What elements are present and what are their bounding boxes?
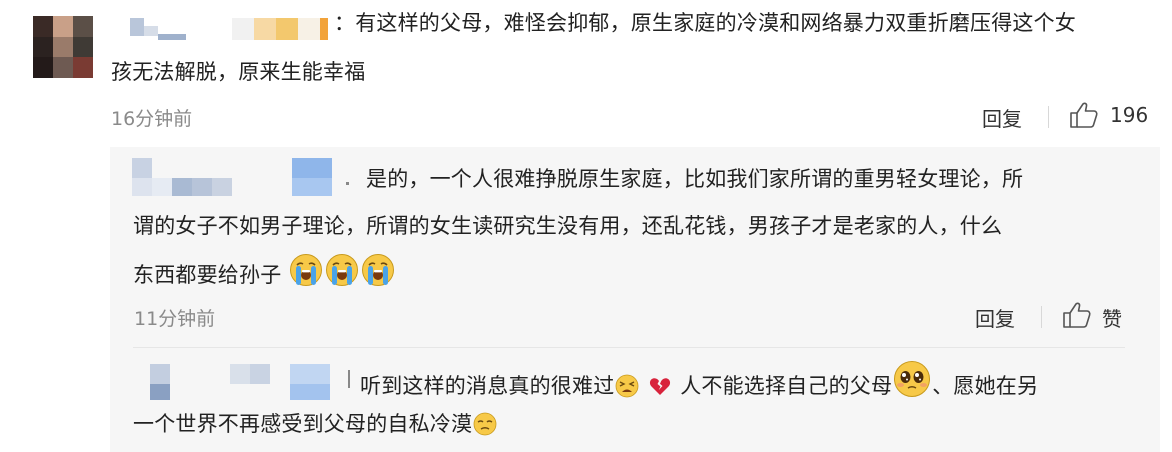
like-count: 196 bbox=[1110, 103, 1149, 127]
tired-face-icon bbox=[615, 372, 639, 411]
reply2-text-part3: 、愿她在另 bbox=[932, 374, 1039, 398]
reply2-text-line2: 一个世界不再感受到父母的自私冷漠 bbox=[133, 405, 498, 449]
reply1-action-divider bbox=[1041, 306, 1042, 328]
comment-timestamp: 16分钟前 bbox=[111, 108, 193, 130]
action-divider bbox=[1048, 106, 1049, 128]
reply1-like-label: 赞 bbox=[1102, 307, 1122, 331]
reply1-username-redacted[interactable] bbox=[132, 158, 349, 200]
crying-face-icon bbox=[289, 253, 323, 300]
reply2-text-part2: 人不能选择自己的父母 bbox=[680, 374, 893, 398]
reply2-username-redacted[interactable] bbox=[150, 358, 350, 402]
reply-button[interactable]: 回复 bbox=[982, 103, 1022, 132]
comment-body-line1: 有这样的父母，难怪会抑郁，原生家庭的冷漠和网络暴力双重折磨压得这个女 bbox=[355, 11, 1076, 35]
reply1-text-line1: 是的，一个人很难挣脱原生家庭，比如我们家所谓的重男轻女理论，所 bbox=[366, 167, 1024, 191]
thumbs-up-icon bbox=[1069, 101, 1099, 129]
username-separator: ： bbox=[334, 11, 356, 35]
username-redacted[interactable] bbox=[118, 12, 333, 42]
reply1-reply-button[interactable]: 回复 bbox=[975, 303, 1015, 332]
crying-face-icon bbox=[361, 253, 395, 300]
avatar[interactable] bbox=[33, 16, 93, 78]
comment-thread: ：有这样的父母，难怪会抑郁，原生家庭的冷漠和网络暴力双重折磨压得这个女 孩无法解… bbox=[0, 0, 1172, 452]
unamused-face-icon bbox=[473, 410, 497, 449]
like-button[interactable] bbox=[1069, 101, 1099, 129]
reply1-text-line3: 东西都要给孙子 bbox=[133, 253, 396, 300]
comment-text-line1: ：有这样的父母，难怪会抑郁，原生家庭的冷漠和网络暴力双重折磨压得这个女 bbox=[334, 4, 1076, 43]
crying-face-icon bbox=[325, 253, 359, 300]
pleading-face-icon bbox=[893, 360, 931, 411]
thumbs-up-icon bbox=[1062, 301, 1092, 329]
reply1-like-button[interactable] bbox=[1062, 301, 1092, 329]
reply2-text-line1: 听到这样的消息真的很难过 人不能选择自己的父母 、愿她在另 bbox=[360, 360, 1038, 411]
reply2-text-line2-body: 一个世界不再感受到父母的自私冷漠 bbox=[133, 412, 473, 436]
reply1-timestamp: 11分钟前 bbox=[134, 308, 216, 330]
broken-heart-icon bbox=[648, 372, 672, 411]
comment-body-line2: 孩无法解脱，原来生能幸福 bbox=[111, 60, 366, 84]
reply1-text-line3-body: 东西都要给孙子 bbox=[133, 263, 282, 287]
reply2-text-part1: 听到这样的消息真的很难过 bbox=[360, 374, 615, 398]
reply1-text-line2: 谓的女子不如男子理论，所谓的女生读研究生没有用，还乱花钱，男孩子才是老家的人，什… bbox=[133, 214, 1003, 238]
reply-divider bbox=[133, 347, 1125, 348]
